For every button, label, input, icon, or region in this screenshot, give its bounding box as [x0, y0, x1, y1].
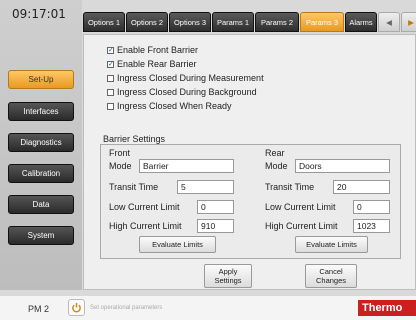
rear-low-field[interactable]: 0	[353, 200, 390, 214]
checkbox-ingress-measurement[interactable]: Ingress Closed During Measurement	[107, 73, 264, 83]
rear-title: Rear	[265, 148, 285, 158]
rear-high-label: High Current Limit	[265, 221, 338, 231]
rear-mode-label: Mode	[265, 161, 288, 171]
checkbox-enable-rear-barrier[interactable]: ✓ Enable Rear Barrier	[107, 59, 197, 69]
front-transit-label: Transit Time	[109, 182, 159, 192]
tab-options-2[interactable]: Options 2	[126, 12, 168, 32]
tab-bar: Options 1 Options 2 Options 3 Params 1 P…	[83, 12, 416, 34]
sidebar-item-diagnostics[interactable]: Diagnostics	[8, 133, 74, 152]
front-high-field[interactable]: 910	[197, 219, 234, 233]
checkbox-unchecked[interactable]	[107, 102, 114, 110]
tab-alarms[interactable]: Alarms	[345, 12, 377, 32]
checkbox-checked[interactable]: ✓	[107, 60, 114, 68]
rear-evaluate-limits-button[interactable]: Evaluate Limits	[295, 236, 368, 253]
sidebar-item-data[interactable]: Data	[8, 195, 74, 214]
checkbox-ingress-background[interactable]: Ingress Closed During Background	[107, 87, 257, 97]
rear-transit-field[interactable]: 20	[333, 180, 390, 194]
front-mode-field[interactable]: Barrier	[139, 159, 234, 173]
sidebar-item-interfaces[interactable]: Interfaces	[8, 102, 74, 121]
tab-options-1[interactable]: Options 1	[83, 12, 125, 32]
tab-params-1[interactable]: Params 1	[212, 12, 254, 32]
arrow-right-icon: ▶	[408, 17, 414, 27]
rear-high-field[interactable]: 1023	[353, 219, 390, 233]
arrow-left-icon: ◀	[386, 17, 392, 27]
checkbox-checked[interactable]: ✓	[107, 46, 114, 54]
clock: 09:17:01	[12, 7, 66, 21]
sidebar: 09:17:01 Set-Up Interfaces Diagnostics C…	[0, 0, 82, 290]
params-panel: ✓ Enable Front Barrier ✓ Enable Rear Bar…	[83, 34, 416, 290]
checkbox-enable-front-barrier[interactable]: ✓ Enable Front Barrier	[107, 45, 198, 55]
checkbox-ingress-ready[interactable]: Ingress Closed When Ready	[107, 101, 232, 111]
front-evaluate-limits-button[interactable]: Evaluate Limits	[139, 236, 216, 253]
sidebar-item-calibration[interactable]: Calibration	[8, 164, 74, 183]
power-button[interactable]	[68, 299, 85, 316]
tab-params-2[interactable]: Params 2	[255, 12, 299, 32]
checkbox-unchecked[interactable]	[107, 88, 114, 96]
device-label: PM 2	[28, 304, 50, 314]
status-bar: PM 2 Set operational parameters Thermo	[0, 296, 416, 320]
front-low-label: Low Current Limit	[109, 202, 180, 212]
status-hint: Set operational parameters	[90, 305, 163, 311]
cancel-changes-button[interactable]: Cancel Changes	[305, 264, 357, 288]
tab-params-3[interactable]: Params 3	[300, 12, 344, 32]
apply-settings-button[interactable]: Apply Settings	[204, 264, 252, 288]
tab-scroll-left[interactable]: ◀	[378, 12, 400, 32]
front-transit-field[interactable]: 5	[177, 180, 234, 194]
brand-logo: Thermo	[358, 300, 416, 316]
rear-mode-field[interactable]: Doors	[295, 159, 390, 173]
front-title: Front	[109, 148, 131, 158]
tab-options-3[interactable]: Options 3	[169, 12, 211, 32]
sidebar-item-system[interactable]: System	[8, 226, 74, 245]
sidebar-item-setup[interactable]: Set-Up	[8, 70, 74, 89]
barrier-settings-title: Barrier Settings	[102, 134, 167, 144]
rear-low-label: Low Current Limit	[265, 202, 336, 212]
front-high-label: High Current Limit	[109, 221, 182, 231]
front-mode-label: Mode	[109, 161, 132, 171]
front-low-field[interactable]: 0	[197, 200, 234, 214]
power-icon	[72, 302, 81, 313]
checkbox-unchecked[interactable]	[107, 74, 114, 82]
tab-scroll-right[interactable]: ▶	[401, 12, 416, 32]
rear-transit-label: Transit Time	[265, 182, 315, 192]
